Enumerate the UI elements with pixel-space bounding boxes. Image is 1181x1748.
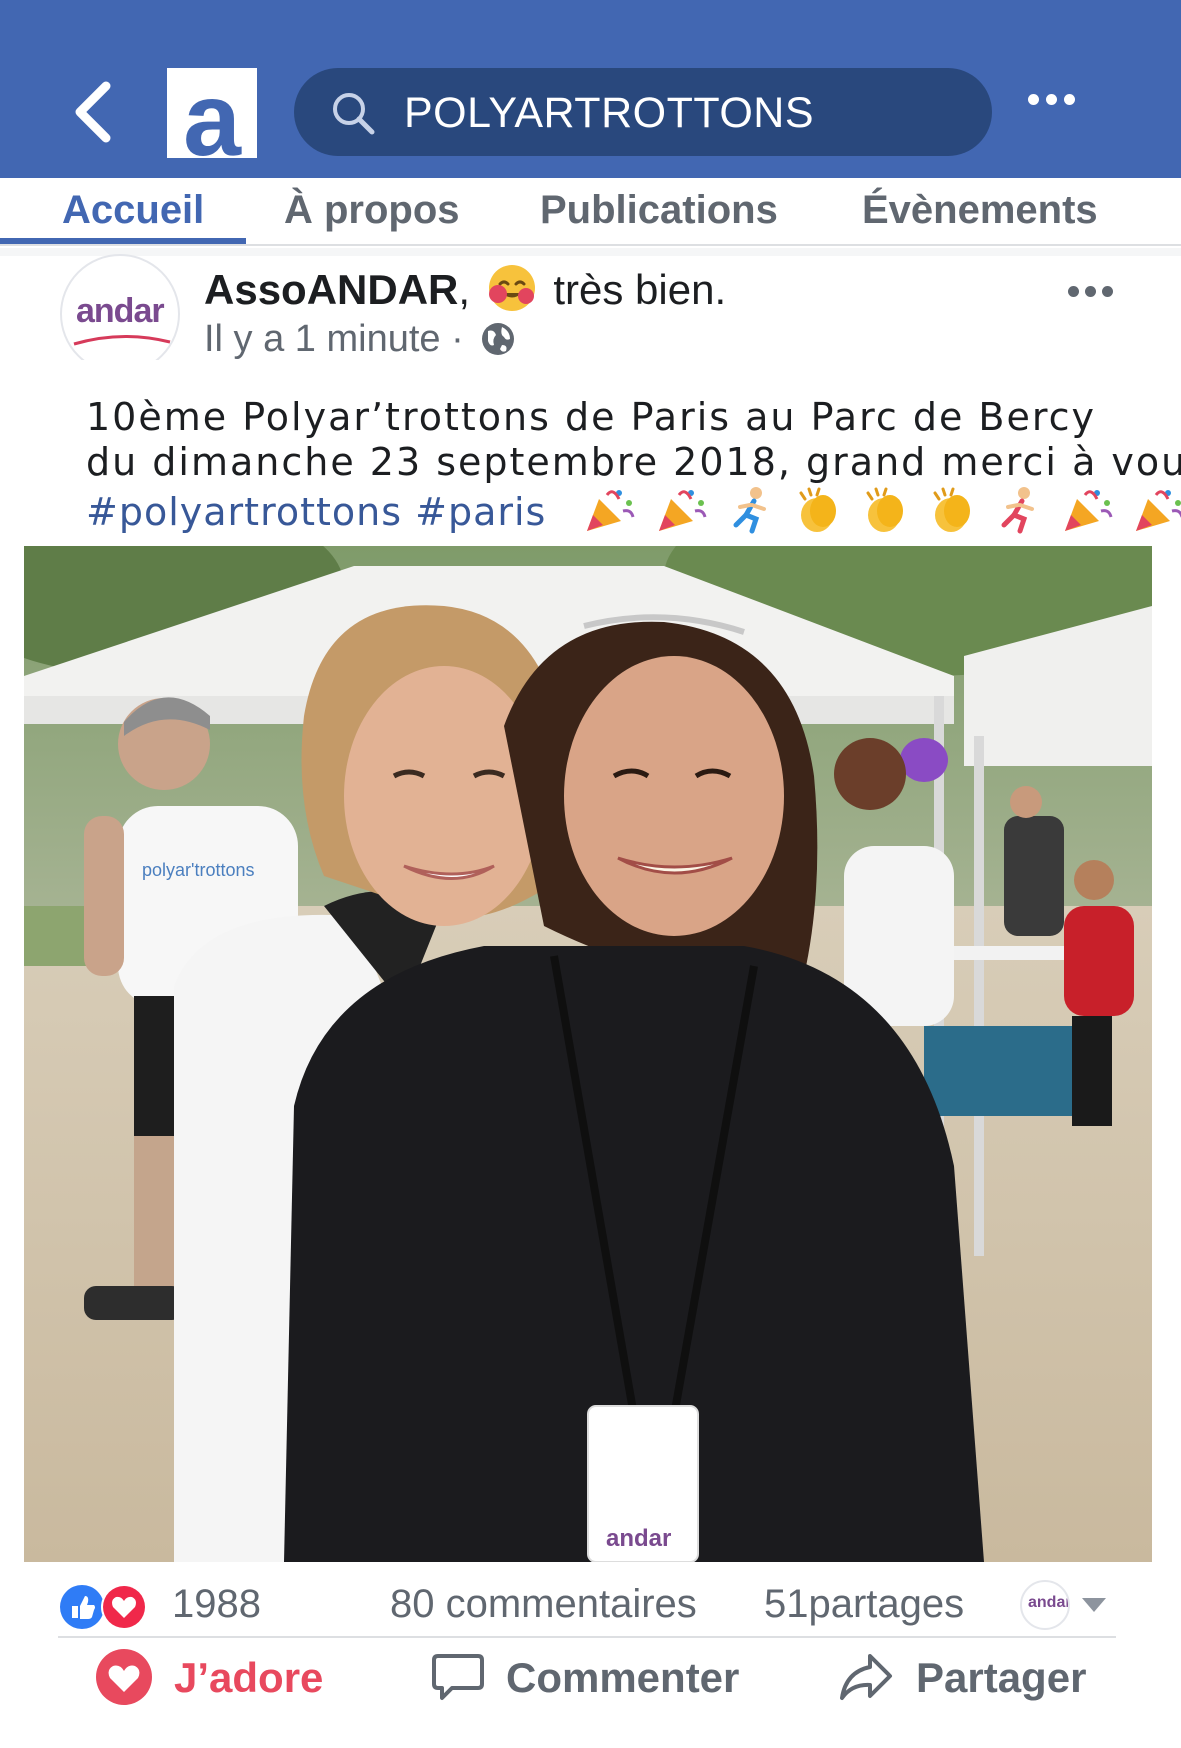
page-tabs: Accueil À propos Publications Évènements	[0, 178, 1181, 246]
smiling-face-emoji-icon	[488, 265, 535, 311]
love-icon	[101, 1584, 147, 1630]
app-logo[interactable]: a	[167, 68, 257, 172]
globe-icon	[482, 323, 515, 355]
reaction-icons[interactable]	[58, 1582, 158, 1632]
badge-text: andar	[606, 1525, 671, 1552]
clapping-hands-icon	[799, 487, 836, 532]
chevron-down-icon[interactable]	[1080, 1596, 1108, 1614]
back-chevron-icon[interactable]	[70, 78, 120, 146]
party-popper-icon	[1065, 490, 1113, 531]
tab-publications[interactable]: Publications	[540, 186, 778, 234]
caption-line-1: 10ème Polyar’trottons de Paris au Parc d…	[86, 395, 1097, 439]
shares-count[interactable]: 51partages	[764, 1580, 964, 1628]
page-mini-avatar[interactable]: andar	[1020, 1580, 1070, 1630]
photo-two-women-smiling: polyar'trottons andar	[24, 546, 1152, 1562]
post-options-icon[interactable]	[1068, 284, 1128, 298]
feeling-separator: ,	[458, 266, 471, 313]
app-header: a POLYARTROTTONS	[0, 0, 1181, 178]
search-query-text: POLYARTROTTONS	[404, 89, 814, 137]
post-author-line: AssoANDAR, très bien.	[204, 262, 726, 314]
search-icon	[330, 90, 376, 136]
active-tab-indicator	[0, 238, 246, 244]
like-icon	[60, 1585, 104, 1629]
reaction-count[interactable]: 1988	[172, 1580, 261, 1628]
avatar-logo-text: andar	[76, 292, 165, 330]
clapping-hands-icon	[866, 487, 903, 532]
post-caption: 10ème Polyar’trottons de Paris au Parc d…	[86, 395, 1181, 545]
post-meta: Il y a 1 minute ·	[204, 318, 516, 360]
runner-icon	[733, 487, 766, 534]
party-popper-icon	[1136, 490, 1181, 531]
clapping-hands-icon	[933, 487, 970, 532]
party-popper-icon	[658, 490, 706, 531]
comment-button[interactable]: Commenter	[430, 1648, 750, 1708]
share-arrow-icon	[840, 1654, 892, 1700]
love-button[interactable]: J’adore	[94, 1648, 334, 1708]
post-photo[interactable]: polyar'trottons andar	[24, 546, 1152, 1562]
tab-accueil[interactable]: Accueil	[62, 186, 204, 234]
logo-letter: a	[183, 62, 241, 178]
reaction-summary: 1988 80 commentaires 51partages andar	[0, 1574, 1181, 1634]
heart-icon	[96, 1649, 152, 1705]
author-name[interactable]: AssoANDAR	[204, 266, 458, 313]
more-options-icon[interactable]	[1028, 92, 1084, 132]
share-button[interactable]: Partager	[838, 1648, 1098, 1708]
love-label: J’adore	[174, 1654, 324, 1701]
author-avatar[interactable]: andar	[58, 250, 182, 360]
action-divider	[58, 1636, 1116, 1638]
search-input[interactable]: POLYARTROTTONS	[294, 68, 992, 156]
shirt-text: polyar'trottons	[142, 860, 255, 880]
party-popper-icon	[587, 490, 635, 531]
comment-bubble-icon	[432, 1654, 484, 1700]
feeling-text: très bien.	[553, 266, 727, 313]
tab-evenements[interactable]: Évènements	[862, 186, 1098, 234]
comments-count[interactable]: 80 commentaires	[390, 1580, 697, 1628]
mini-avatar-text: andar	[1028, 1594, 1070, 1611]
caption-emoji-row	[583, 485, 1181, 545]
runner-icon	[1001, 487, 1034, 534]
post-timestamp[interactable]: Il y a 1 minute ·	[204, 318, 464, 360]
comment-label: Commenter	[506, 1654, 740, 1701]
tab-a-propos[interactable]: À propos	[284, 186, 460, 234]
share-label: Partager	[916, 1654, 1087, 1701]
caption-hashtags[interactable]: #polyartrottons #paris	[86, 490, 546, 534]
avatar-swoosh-icon	[73, 335, 171, 346]
caption-line-2: du dimanche 23 septembre 2018, grand mer…	[86, 440, 1181, 484]
